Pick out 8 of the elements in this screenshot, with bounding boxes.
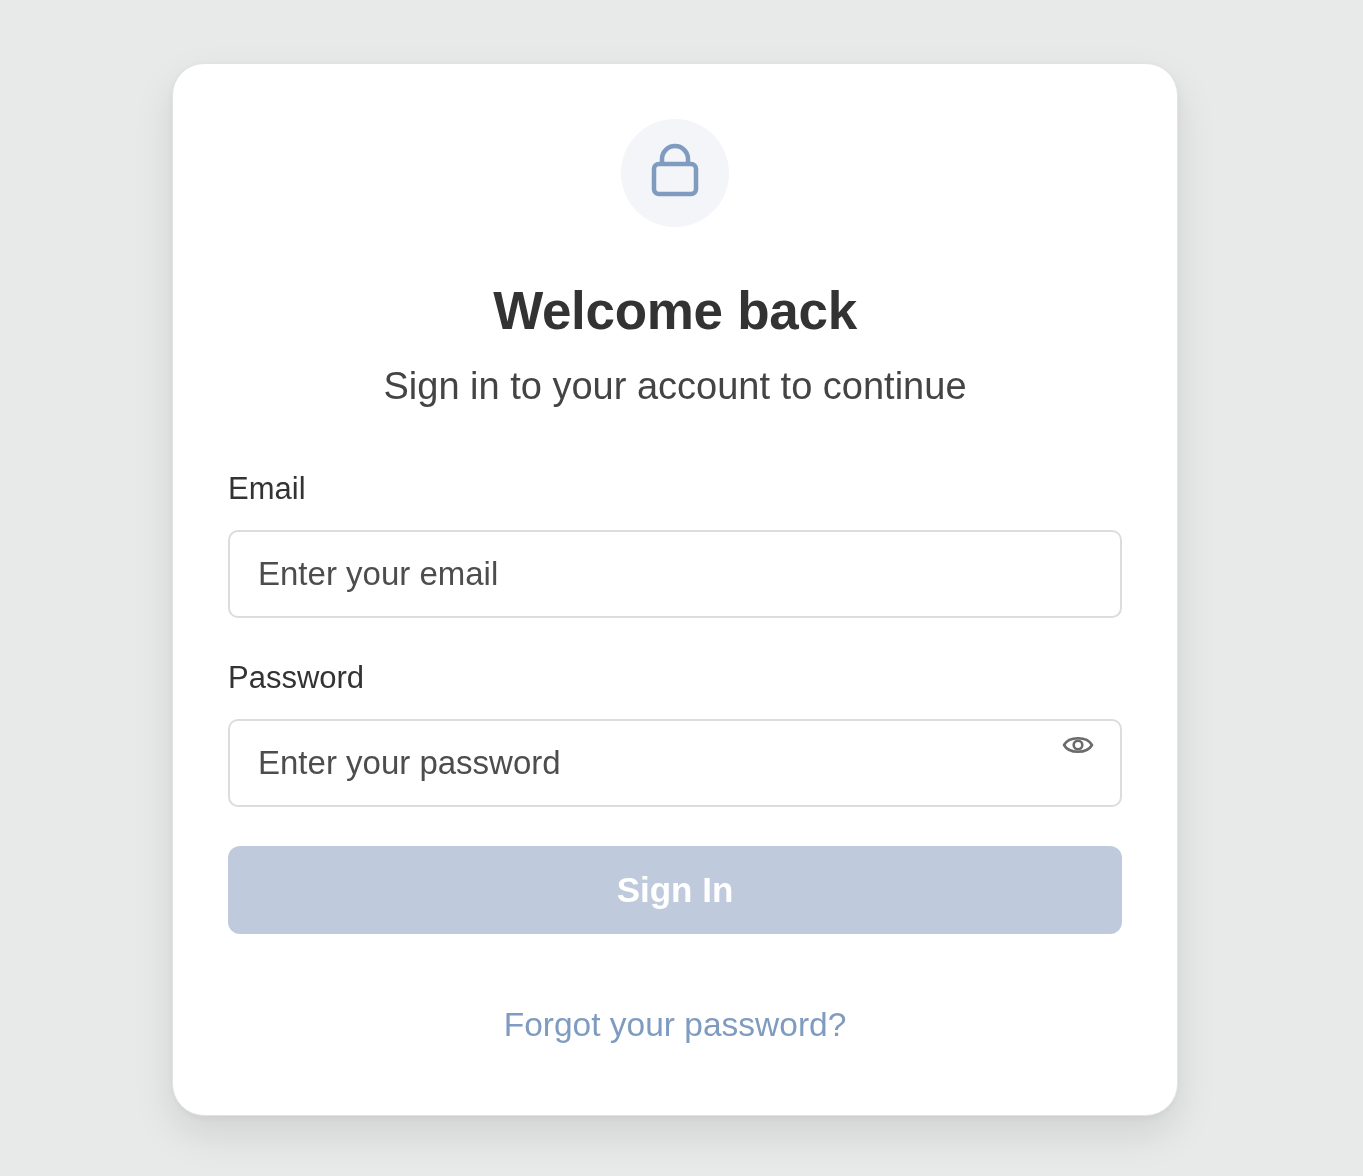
email-field[interactable]: Enter your email — [228, 530, 1122, 618]
lock-icon — [621, 119, 729, 227]
password-field[interactable]: Enter your password — [228, 719, 1122, 807]
title: Welcome back — [493, 280, 857, 342]
subtitle: Sign in to your account to continue — [383, 364, 967, 409]
field-label: Password — [228, 660, 365, 696]
field-label: Email — [228, 471, 306, 507]
forgot-password-link[interactable]: Forgot your password? — [503, 1006, 847, 1044]
